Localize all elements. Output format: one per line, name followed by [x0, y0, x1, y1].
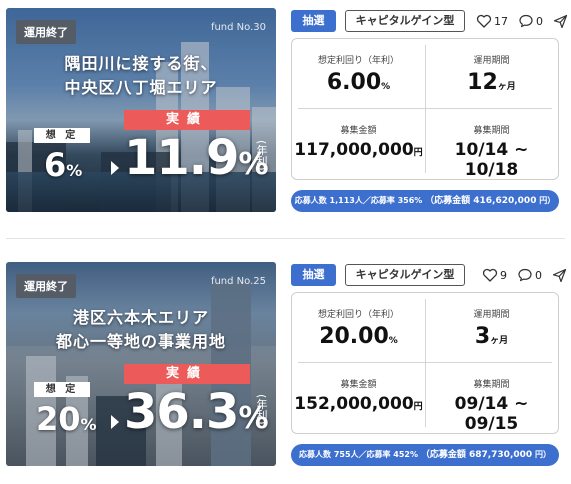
- annual-note: (年利): [255, 140, 268, 171]
- period-number: 12: [467, 70, 498, 95]
- estimated-label: 想 定: [34, 128, 90, 143]
- actual-yield: 11.9%: [124, 130, 269, 186]
- recruit-period-cell: 募集期間 09/14 ~ 09/15: [425, 377, 558, 434]
- yield-cell: 想定利回り（年利） 20.00%: [292, 307, 425, 349]
- yield-cell: 想定利回り（年利） 6.00%: [292, 53, 425, 95]
- application-amount-unit: 円）: [539, 196, 556, 205]
- estimated-yield: 20%: [36, 400, 97, 438]
- percent-sign: %: [66, 161, 83, 180]
- application-summary: 応募人数 755人／応募率 452% （応募金額 687,730,000 円）: [291, 444, 559, 466]
- amount-label: 募集金額: [340, 380, 377, 390]
- fund-info-grid: 想定利回り（年利） 20.00% 運用期間 3ヶ月 募集金額 152,000,0…: [291, 292, 559, 434]
- application-amount: （応募金額 416,620,000: [425, 196, 537, 206]
- period-label: 運用期間: [473, 56, 510, 66]
- actual-label: 実績: [124, 110, 250, 130]
- amount-number: 117,000,000: [294, 140, 414, 160]
- amount-cell: 募集金額 152,000,000円: [292, 377, 425, 414]
- like-count: 9: [500, 268, 507, 282]
- heart-icon[interactable]: [476, 13, 492, 29]
- period-cell: 運用期間 12ヶ月: [425, 53, 558, 95]
- comment-icon[interactable]: [517, 267, 533, 283]
- comment-icon[interactable]: [518, 13, 534, 29]
- comment-count: 0: [535, 268, 542, 282]
- like-count: 17: [494, 14, 508, 28]
- yield-number: 20.00: [319, 324, 389, 349]
- fund-type-tag: キャピタルゲイン型: [345, 264, 465, 286]
- yield-unit: %: [388, 336, 398, 346]
- estimated-yield: 6%: [44, 146, 82, 184]
- period-label: 運用期間: [473, 310, 510, 320]
- actual-yield-number: 11.9: [124, 130, 239, 186]
- arrow-right-icon: [111, 415, 119, 429]
- annual-note: (年利): [255, 394, 268, 425]
- yield-value: 6.00%: [292, 70, 425, 95]
- fund-title-line1: 港区六本木エリア: [72, 308, 209, 327]
- actual-yield-number: 36.3: [124, 384, 239, 440]
- period-cell: 運用期間 3ヶ月: [425, 307, 558, 349]
- card-divider: [6, 238, 565, 239]
- fund-photo[interactable]: 運用終了 fund No.30 隅田川に接する街、 中央区八丁堀エリア 想 定 …: [6, 8, 276, 212]
- amount-label: 募集金額: [340, 126, 377, 136]
- period-value: 12ヶ月: [425, 70, 558, 95]
- fund-card[interactable]: 運用終了 fund No.30 隅田川に接する街、 中央区八丁堀エリア 想 定 …: [0, 0, 571, 230]
- fund-photo[interactable]: 運用終了 fund No.25 港区六本木エリア 都心一等地の事業用地 想 定 …: [6, 262, 276, 466]
- fund-title: 隅田川に接する街、 中央区八丁堀エリア: [6, 52, 276, 100]
- estimated-label: 想 定: [34, 382, 90, 397]
- actual-yield: 36.3%: [124, 384, 269, 440]
- amount-cell: 募集金額 117,000,000円: [292, 123, 425, 160]
- percent-sign: %: [80, 415, 97, 434]
- period-unit: ヶ月: [497, 82, 516, 92]
- amount-unit: 円: [413, 402, 423, 412]
- heart-icon[interactable]: [482, 267, 498, 283]
- period-value: 3ヶ月: [425, 324, 558, 349]
- period-number: 3: [474, 324, 491, 349]
- share-send-icon[interactable]: [553, 14, 568, 29]
- fund-card[interactable]: 運用終了 fund No.25 港区六本木エリア 都心一等地の事業用地 想 定 …: [0, 254, 571, 484]
- yield-number: 6.00: [326, 70, 382, 95]
- recruit-period-label: 募集期間: [473, 126, 510, 136]
- status-badge: 運用終了: [16, 20, 76, 44]
- fund-type-tag: キャピタルゲイン型: [345, 10, 465, 32]
- fund-title-line2: 都心一等地の事業用地: [55, 332, 226, 351]
- fund-title-line1: 隅田川に接する街、: [64, 54, 218, 73]
- yield-label: 想定利回り（年利）: [317, 56, 399, 66]
- application-amount-unit: 円）: [534, 450, 551, 459]
- actual-label: 実績: [124, 364, 250, 384]
- reaction-bar: 17 0: [476, 12, 568, 30]
- comment-count: 0: [536, 14, 543, 28]
- fund-title: 港区六本木エリア 都心一等地の事業用地: [6, 306, 276, 354]
- share-send-icon[interactable]: [552, 268, 567, 283]
- period-unit: ヶ月: [490, 336, 509, 346]
- application-count: 応募人数 755人／応募率 452%: [299, 450, 419, 459]
- arrow-right-icon: [111, 161, 119, 175]
- estimated-yield-number: 20: [36, 400, 81, 438]
- lottery-tag: 抽選: [291, 10, 336, 32]
- amount-unit: 円: [413, 148, 423, 158]
- application-count: 応募人数 1,113人／応募率 356%: [294, 196, 423, 205]
- amount-value: 117,000,000円: [292, 140, 425, 160]
- yield-label: 想定利回り（年利）: [317, 310, 399, 320]
- fund-info-grid: 想定利回り（年利） 6.00% 運用期間 12ヶ月 募集金額 117,000,0…: [291, 38, 559, 180]
- fund-title-line2: 中央区八丁堀エリア: [64, 78, 218, 97]
- yield-value: 20.00%: [292, 324, 425, 349]
- lottery-tag: 抽選: [291, 264, 336, 286]
- status-badge: 運用終了: [16, 274, 76, 298]
- recruit-period-label: 募集期間: [473, 380, 510, 390]
- annual-text: 年利: [255, 398, 268, 421]
- fund-number: fund No.30: [210, 22, 266, 33]
- amount-value: 152,000,000円: [292, 394, 425, 414]
- yield-unit: %: [381, 82, 391, 92]
- fund-number: fund No.25: [210, 276, 266, 287]
- estimated-yield-number: 6: [44, 146, 67, 184]
- amount-number: 152,000,000: [294, 394, 414, 414]
- recruit-period-cell: 募集期間 10/14 ~ 10/18: [425, 123, 558, 180]
- reaction-bar: 9 0: [482, 266, 567, 284]
- recruit-period-value: 09/14 ~ 09/15: [454, 394, 529, 434]
- annual-text: 年利: [255, 144, 268, 167]
- application-summary: 応募人数 1,113人／応募率 356% （応募金額 416,620,000 円…: [291, 190, 559, 212]
- recruit-period-value: 10/14 ~ 10/18: [454, 140, 529, 180]
- application-amount: （応募金額 687,730,000: [420, 450, 533, 460]
